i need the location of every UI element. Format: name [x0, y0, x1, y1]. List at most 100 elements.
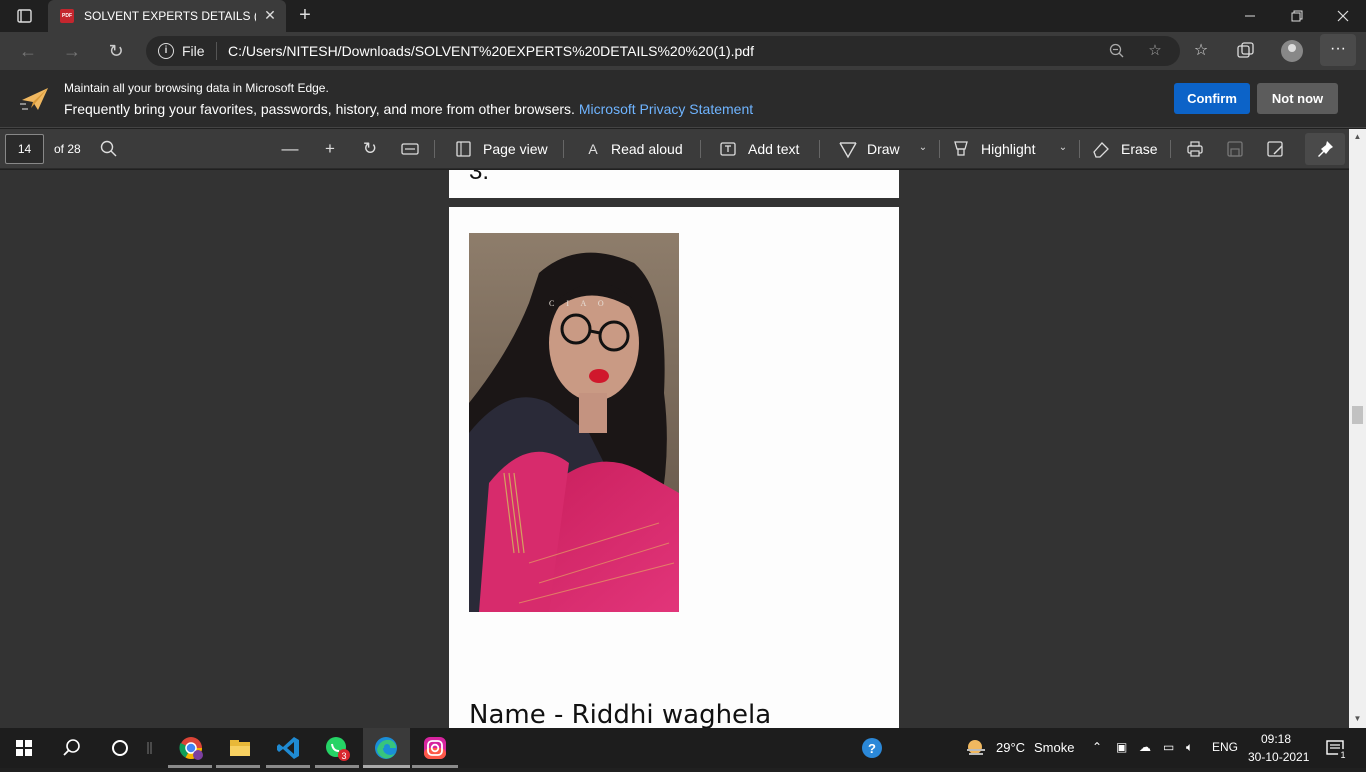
page-text: 3.	[469, 170, 490, 185]
whatsapp-badge: 3	[341, 751, 346, 761]
toolbar-divider	[563, 140, 564, 158]
profile-avatar[interactable]	[1281, 40, 1303, 62]
minimize-icon[interactable]	[1239, 6, 1261, 26]
refresh-icon[interactable]: ↻	[105, 41, 127, 61]
toolbar-divider	[1079, 140, 1080, 158]
clock-date[interactable]: 30-10-2021	[1248, 750, 1309, 764]
taskbar-divider	[144, 734, 154, 762]
address-bar[interactable]: i File C:/Users/NITESH/Downloads/SOLVENT…	[146, 36, 1180, 66]
instagram-icon[interactable]	[421, 734, 449, 762]
network-icon[interactable]: ▭	[1163, 740, 1174, 754]
page-number-input[interactable]: 14	[5, 134, 44, 164]
fit-to-width-icon[interactable]	[399, 138, 421, 160]
tab-strip: PDF SOLVENT EXPERTS DETAILS (1).pdf ✕ +	[0, 0, 1366, 32]
info-icon[interactable]: i	[158, 43, 174, 59]
rotate-icon[interactable]: ↻	[359, 138, 381, 160]
chevron-down-icon[interactable]: ⌄	[1056, 140, 1070, 156]
confirm-button[interactable]: Confirm	[1174, 83, 1250, 114]
notifications-badge: 1	[1340, 750, 1345, 760]
scroll-up-icon[interactable]: ▲	[1349, 131, 1366, 143]
windows-taskbar: 3 ? 29°C Smoke ⌃ ▣ ☁ ▭ 🔈︎ ENG 09:18 30-1…	[0, 728, 1366, 768]
site-scheme-label: File	[182, 43, 205, 59]
volume-icon[interactable]: 🔈︎	[1186, 740, 1193, 755]
pdf-page-previous: 3.	[449, 170, 899, 198]
page-view-button[interactable]: Page view	[483, 141, 548, 157]
onedrive-icon[interactable]: ☁	[1139, 740, 1151, 754]
draw-button[interactable]: Draw	[867, 141, 900, 157]
save-as-icon[interactable]	[1264, 138, 1286, 160]
search-icon[interactable]	[58, 734, 86, 762]
weather-icon[interactable]	[962, 734, 990, 762]
clock-time[interactable]: 09:18	[1261, 732, 1291, 746]
file-explorer-icon[interactable]	[226, 734, 254, 762]
scroll-down-icon[interactable]: ▼	[1349, 713, 1366, 725]
erase-button[interactable]: Erase	[1121, 141, 1158, 157]
whatsapp-icon[interactable]: 3	[323, 734, 351, 762]
toolbar-divider	[1170, 140, 1171, 158]
save-icon[interactable]	[1224, 138, 1246, 160]
read-aloud-icon[interactable]: A	[582, 138, 604, 160]
address-toolbar: ← → ↻ i File C:/Users/NITESH/Downloads/S…	[0, 32, 1366, 70]
close-window-icon[interactable]	[1332, 6, 1354, 26]
photo-caption: C I A O	[549, 299, 609, 308]
pdf-file-icon: PDF	[60, 9, 74, 23]
toolbar-divider	[700, 140, 701, 158]
add-text-icon[interactable]	[717, 138, 739, 160]
restore-icon[interactable]	[1286, 6, 1308, 26]
pin-icon	[1318, 141, 1333, 157]
meet-now-icon[interactable]: ▣	[1116, 740, 1127, 754]
not-now-button[interactable]: Not now	[1257, 83, 1338, 114]
tab-close-icon[interactable]: ✕	[262, 7, 278, 23]
edge-icon[interactable]	[372, 734, 400, 762]
url-text[interactable]: C:/Users/NITESH/Downloads/SOLVENT%20EXPE…	[228, 43, 754, 59]
zoom-icon[interactable]	[1108, 42, 1126, 60]
settings-menu-button[interactable]: ···	[1320, 34, 1356, 66]
collections-icon[interactable]	[1234, 40, 1256, 62]
tab-actions-icon[interactable]	[10, 6, 38, 26]
favorites-icon[interactable]: ☆	[1190, 40, 1212, 62]
forward-icon[interactable]: →	[61, 41, 83, 61]
notifications-icon[interactable]: 1	[1322, 734, 1350, 762]
page-view-icon[interactable]	[452, 138, 474, 160]
chrome-icon[interactable]	[177, 734, 205, 762]
tab-pdf[interactable]: PDF SOLVENT EXPERTS DETAILS (1).pdf ✕	[48, 0, 286, 32]
eraser-icon[interactable]	[1090, 138, 1112, 160]
new-tab-button[interactable]: +	[294, 4, 316, 26]
highlight-button[interactable]: Highlight	[981, 141, 1035, 157]
url-divider	[216, 42, 217, 60]
pdf-toolbar: 14 of 28 — + ↻ Page view A Read aloud Ad…	[0, 129, 1366, 169]
pdf-page-current: C I A O Name - Riddhi waghela	[449, 207, 899, 728]
infobar-heading: Maintain all your browsing data in Micro…	[64, 81, 329, 95]
toolbar-divider	[939, 140, 940, 158]
pdf-viewport[interactable]: 3. C I A O Name - Riddhi waghela	[0, 170, 1349, 728]
privacy-statement-link[interactable]: Microsoft Privacy Statement	[579, 101, 753, 117]
zoom-out-icon[interactable]: —	[279, 138, 301, 160]
help-icon[interactable]: ?	[858, 734, 886, 762]
pin-toolbar-button[interactable]	[1305, 133, 1345, 165]
add-favorite-icon[interactable]: ☆	[1146, 42, 1164, 60]
toolbar-divider	[819, 140, 820, 158]
draw-icon[interactable]	[837, 138, 859, 160]
scrollbar-thumb[interactable]	[1352, 406, 1363, 424]
input-language[interactable]: ENG	[1212, 740, 1238, 754]
import-data-infobar: Maintain all your browsing data in Micro…	[0, 70, 1366, 128]
weather-condition[interactable]: Smoke	[1034, 740, 1074, 755]
zoom-in-icon[interactable]: +	[319, 138, 341, 160]
find-icon[interactable]	[98, 138, 120, 160]
vertical-scrollbar[interactable]: ▲ ▼	[1349, 129, 1366, 728]
back-icon[interactable]: ←	[17, 41, 39, 61]
paper-plane-icon	[18, 84, 50, 114]
start-icon[interactable]	[10, 734, 38, 762]
show-hidden-icons-icon[interactable]: ⌃	[1092, 740, 1102, 754]
highlighter-icon[interactable]	[950, 138, 972, 160]
add-text-button[interactable]: Add text	[748, 141, 799, 157]
read-aloud-button[interactable]: Read aloud	[611, 141, 683, 157]
page-total-label: of 28	[54, 142, 81, 156]
print-icon[interactable]	[1184, 138, 1206, 160]
chevron-down-icon[interactable]: ⌄	[916, 140, 930, 156]
cortana-icon[interactable]	[106, 734, 134, 762]
weather-temperature[interactable]: 29°C	[996, 740, 1025, 755]
vscode-icon[interactable]	[275, 734, 303, 762]
svg-text:?: ?	[868, 741, 876, 756]
person-name: Name - Riddhi waghela	[469, 700, 772, 728]
